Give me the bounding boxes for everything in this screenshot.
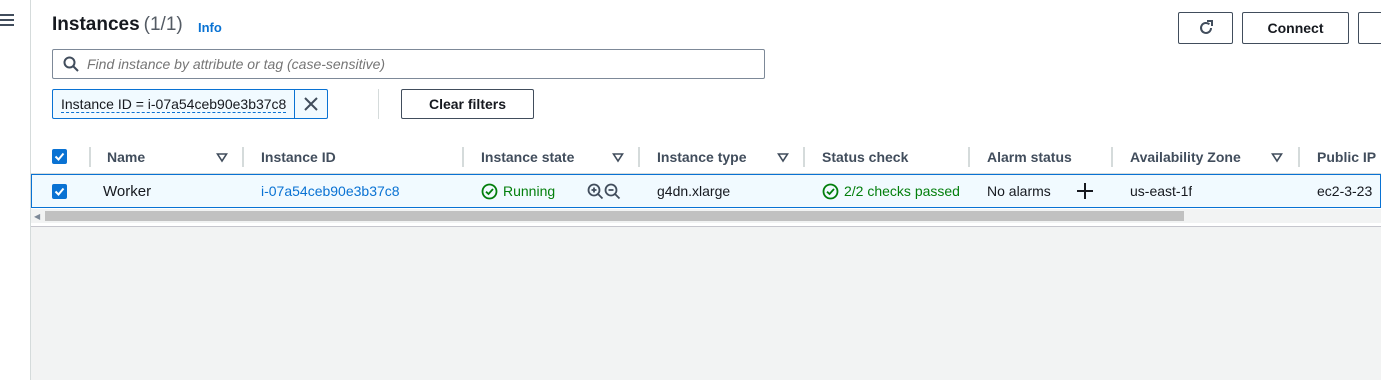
sort-icon[interactable] [216, 151, 228, 163]
check-icon [54, 152, 65, 161]
cell-alarm-status: No alarms [987, 183, 1051, 199]
refresh-icon [1199, 20, 1213, 34]
column-header-availability-zone[interactable]: Availability Zone [1130, 140, 1241, 174]
state-text: Running [503, 183, 556, 199]
status-check-text: 2/2 checks passed [844, 183, 960, 199]
sort-icon[interactable] [612, 151, 624, 163]
row-checkbox[interactable] [52, 184, 67, 199]
horizontal-scrollbar[interactable]: ◀ [31, 209, 1381, 223]
title-text: Instances [52, 14, 140, 35]
instance-count: (1/1) [143, 14, 183, 35]
cell-public-ip: ec2-3-23 [1317, 183, 1373, 199]
cell-availability-zone: us-east-1f [1130, 183, 1193, 199]
connect-button[interactable]: Connect [1242, 12, 1349, 44]
column-header-instance-id[interactable]: Instance ID [261, 140, 336, 174]
instances-panel: Instances(1/1) Info Connect Instance ID … [31, 0, 1381, 227]
column-separator [803, 147, 805, 167]
cell-instance-state: Running [481, 175, 555, 207]
filter-token: Instance ID = i-07a54ceb90e3b37c8 [52, 89, 329, 119]
filter-token-text[interactable]: Instance ID = i-07a54ceb90e3b37c8 [53, 90, 296, 118]
column-header-name[interactable]: Name [107, 140, 145, 174]
cell-instance-id-link[interactable]: i-07a54ceb90e3b37c8 [261, 175, 400, 207]
cell-instance-type: g4dn.xlarge [657, 183, 731, 199]
scroll-left-icon[interactable]: ◀ [34, 212, 40, 221]
check-circle-icon [822, 183, 839, 199]
table-header: Name Instance ID Instance state Instance… [31, 140, 1381, 174]
left-rail [0, 0, 31, 380]
column-header-instance-type[interactable]: Instance type [657, 140, 746, 174]
column-header-status-check[interactable]: Status check [822, 140, 908, 174]
column-separator [89, 147, 91, 167]
column-header-public-ip[interactable]: Public IP [1317, 140, 1376, 174]
search-input[interactable] [87, 56, 747, 72]
clear-filters-button[interactable]: Clear filters [401, 89, 534, 119]
sort-icon[interactable] [1271, 151, 1283, 163]
column-separator [1111, 147, 1113, 167]
check-icon [54, 187, 65, 196]
column-header-alarm-status[interactable]: Alarm status [987, 140, 1072, 174]
details-pane [31, 227, 1381, 380]
info-link[interactable]: Info [198, 20, 222, 35]
column-separator [462, 147, 464, 167]
search-icon [63, 56, 79, 72]
cell-name[interactable]: Worker [103, 175, 151, 207]
filter-divider [378, 89, 379, 119]
instance-state-button[interactable] [1358, 12, 1381, 44]
column-separator [242, 147, 244, 167]
page-title: Instances (1/1) [52, 14, 183, 36]
scrollbar-thumb[interactable] [45, 211, 1184, 221]
zoom-in-icon[interactable] [587, 183, 604, 200]
zoom-out-icon[interactable] [604, 183, 621, 200]
sort-icon[interactable] [777, 151, 789, 163]
column-separator [1298, 147, 1300, 167]
check-circle-icon [481, 183, 498, 199]
remove-filter-button[interactable] [295, 90, 327, 118]
table-row[interactable]: Worker i-07a54ceb90e3b37c8 Running g4dn.… [31, 174, 1381, 208]
add-alarm-icon[interactable] [1076, 182, 1094, 200]
column-header-instance-state[interactable]: Instance state [481, 140, 574, 174]
search-field[interactable] [52, 49, 765, 79]
menu-icon[interactable] [0, 14, 16, 30]
column-separator [968, 147, 970, 167]
close-icon [304, 97, 319, 111]
select-all-checkbox[interactable] [52, 149, 67, 164]
refresh-button[interactable] [1178, 12, 1233, 44]
column-separator [638, 147, 640, 167]
cell-status-check: 2/2 checks passed [822, 175, 970, 207]
